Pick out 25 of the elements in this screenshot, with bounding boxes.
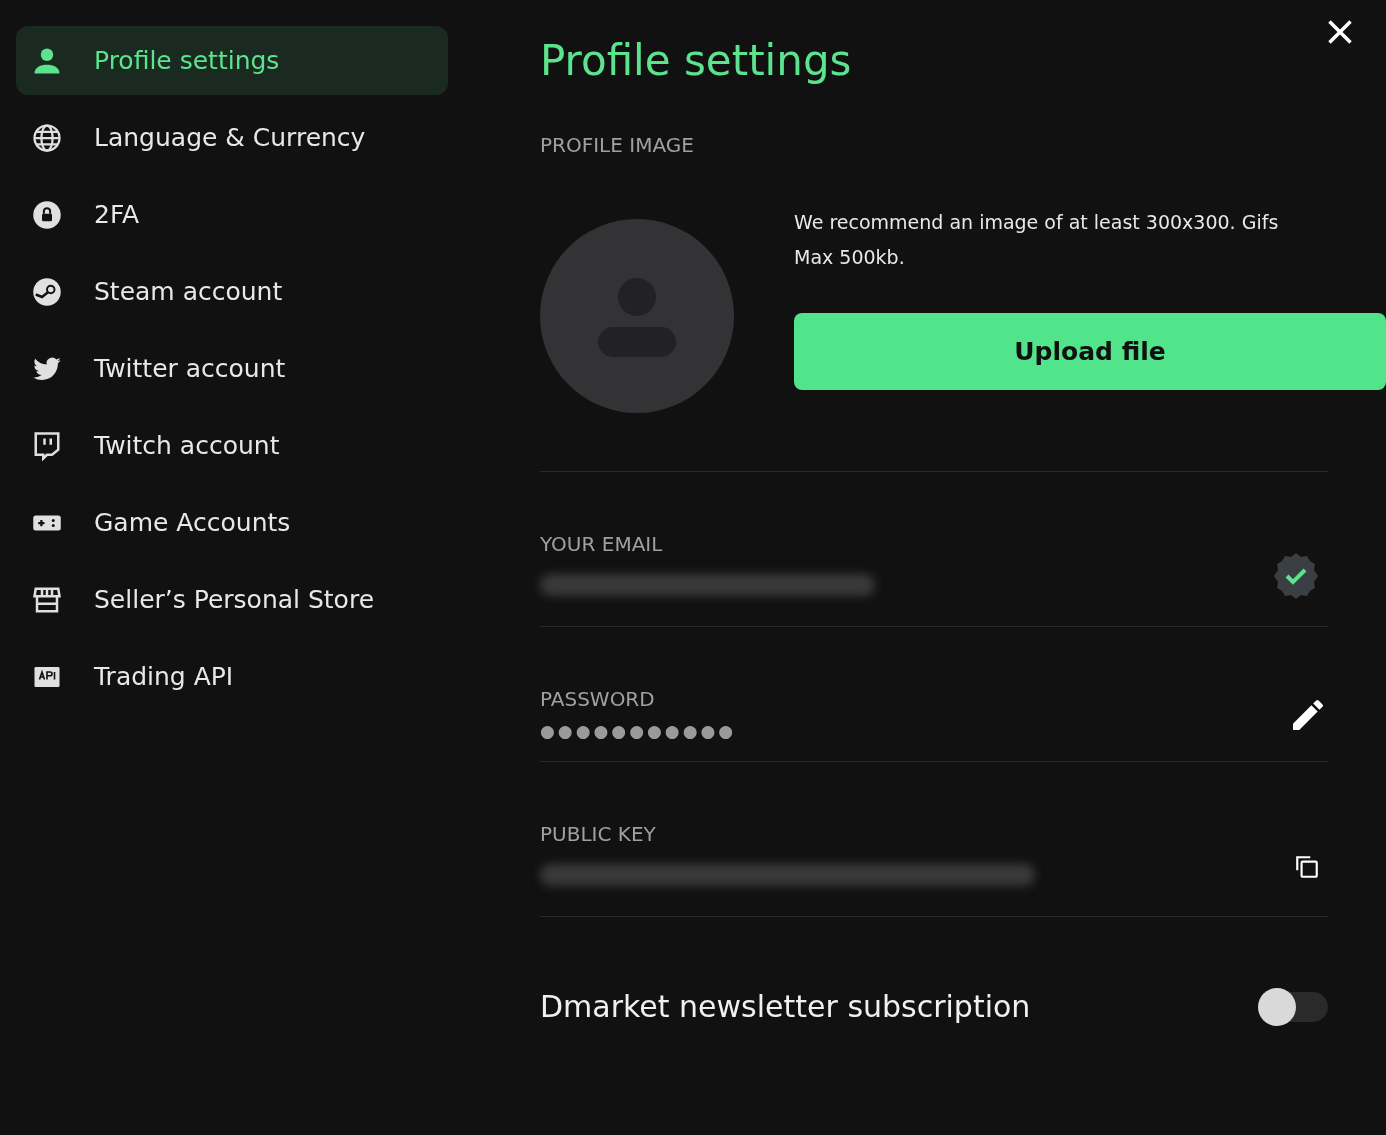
- section-label: PROFILE IMAGE: [540, 133, 695, 157]
- lock-icon: [32, 199, 62, 230]
- sidebar-item[interactable]: Trading API: [16, 642, 448, 711]
- avatar-placeholder-icon: [540, 219, 734, 413]
- sidebar-item[interactable]: Language & Currency: [16, 103, 448, 172]
- field-label: PASSWORD: [540, 687, 656, 711]
- image-hint: We recommend an image of at least 300x300. Gifs Max 500kb.: [794, 210, 1280, 270]
- chat-bubble-icon: [32, 430, 62, 461]
- copy-icon[interactable]: [1294, 854, 1320, 880]
- steam-icon: [32, 276, 62, 307]
- upload-button[interactable]: Upload file: [794, 313, 1386, 390]
- sidebar-item[interactable]: Twitter account: [16, 334, 448, 403]
- globe-icon: [32, 122, 62, 153]
- sidebar-item[interactable]: Seller’s Personal Store: [16, 565, 448, 634]
- sidebar-item[interactable]: Twitch account: [16, 411, 448, 480]
- newsletter-label: Dmarket newsletter subscription: [540, 989, 1031, 1024]
- field-label: PUBLIC KEY: [540, 822, 657, 846]
- close-icon[interactable]: [1326, 18, 1354, 46]
- sidebar-item[interactable]: Steam account: [16, 257, 448, 326]
- field-label: YOUR EMAIL: [540, 532, 664, 556]
- password-value: ●●●●●●●●●●●: [540, 721, 737, 741]
- sidebar-item[interactable]: 2FA: [16, 180, 448, 249]
- page-title: Profile settings: [540, 36, 853, 85]
- sidebar-item[interactable]: Profile settings: [16, 26, 448, 95]
- sidebar-item[interactable]: Game Accounts: [16, 488, 448, 557]
